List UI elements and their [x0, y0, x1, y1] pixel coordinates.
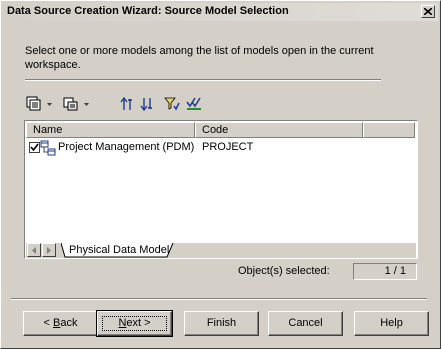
tab-label: Physical Data Model — [69, 244, 170, 256]
properties-icon — [26, 96, 41, 111]
objects-selected-count: 1 / 1 — [353, 263, 417, 280]
checkmark-icon — [30, 143, 39, 152]
select-all-button[interactable] — [186, 96, 202, 112]
column-header-name[interactable]: Name — [26, 122, 195, 138]
column-header-code[interactable]: Code — [195, 122, 363, 138]
cell-code: PROJECT — [202, 141, 254, 153]
properties-button[interactable] — [26, 96, 42, 112]
table-row[interactable]: Project Management (PDM) PROJECT — [27, 140, 415, 156]
tab-scroll-left-button[interactable] — [27, 243, 41, 257]
wizard-window: Data Source Creation Wizard: Source Mode… — [0, 0, 441, 349]
column-header-filler — [363, 122, 415, 138]
close-icon — [424, 8, 432, 15]
back-arrow-text: < — [43, 317, 53, 329]
dropdown-icon[interactable] — [84, 102, 89, 107]
dropdown-icon[interactable] — [47, 102, 52, 107]
cell-name: Project Management (PDM) — [58, 141, 195, 153]
filter-icon — [164, 97, 180, 111]
model-list[interactable]: Name Code Project Management (PDM) PROJE… — [24, 120, 418, 259]
move-down-icon — [140, 98, 152, 112]
description-text: Select one or more models among the list… — [25, 45, 374, 71]
back-label: ack — [60, 317, 78, 329]
window-title: Data Source Creation Wizard: Source Mode… — [7, 5, 289, 17]
divider — [25, 79, 381, 81]
objects-selected-label: Object(s) selected: — [238, 265, 330, 277]
help-button[interactable]: Help — [354, 311, 429, 336]
back-button[interactable]: < Back — [23, 311, 98, 336]
next-button[interactable]: Next > — [96, 310, 173, 337]
arrow-left-icon — [32, 247, 36, 254]
row-checkbox[interactable] — [29, 142, 40, 153]
arrow-right-icon — [47, 247, 51, 254]
focus-rect — [102, 316, 167, 331]
title-bar: Data Source Creation Wizard: Source Mode… — [3, 3, 438, 21]
column-label: Name — [33, 124, 63, 136]
select-all-icon — [186, 97, 201, 110]
move-down-button[interactable] — [140, 96, 156, 112]
divider — [11, 298, 427, 300]
find-icon — [63, 97, 78, 111]
find-button[interactable] — [63, 96, 79, 112]
filter-button[interactable] — [164, 96, 180, 112]
finish-button[interactable]: Finish — [184, 311, 259, 336]
tab-physical-data-model[interactable]: Physical Data Model — [61, 243, 175, 258]
column-label: Code — [202, 124, 229, 136]
help-label: Help — [380, 317, 403, 329]
move-up-button[interactable] — [120, 96, 136, 112]
cancel-label: Cancel — [288, 317, 323, 329]
finish-label: Finish — [206, 317, 237, 329]
physical-data-model-icon — [40, 140, 56, 156]
tab-strip: Physical Data Model — [26, 243, 416, 258]
close-button[interactable] — [421, 5, 435, 18]
cancel-button[interactable]: Cancel — [268, 311, 343, 336]
tab-scroll-right-button[interactable] — [42, 243, 56, 257]
move-up-icon — [120, 96, 132, 110]
